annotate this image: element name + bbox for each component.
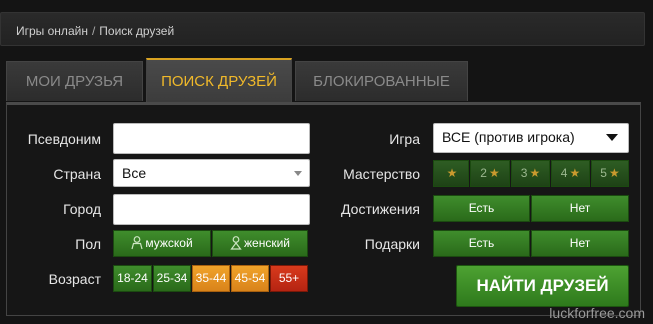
age-45-54-button[interactable]: 45-54: [231, 265, 269, 292]
chevron-down-icon: [606, 134, 618, 141]
female-person-icon: [230, 236, 242, 250]
star-icon: ★: [446, 166, 458, 180]
city-input[interactable]: [113, 194, 310, 225]
chevron-down-icon: [294, 171, 302, 176]
age-35-44-button[interactable]: 35-44: [192, 265, 230, 292]
gifts-yes-button[interactable]: Есть: [433, 230, 530, 257]
age-55-plus-button[interactable]: 55+: [270, 265, 308, 292]
tab-find-friends[interactable]: ПОИСК ДРУЗЕЙ: [146, 58, 292, 102]
gifts-label: Подарки: [364, 236, 420, 252]
age-25-34-button[interactable]: 25-34: [153, 265, 191, 292]
breadcrumb-current: Поиск друзей: [99, 24, 175, 38]
breadcrumb-separator: /: [91, 24, 96, 38]
game-select-value: ВСЕ (против игрока): [442, 129, 575, 145]
gender-label: Пол: [75, 236, 101, 252]
tabs: МОИ ДРУЗЬЯ ПОИСК ДРУЗЕЙ БЛОКИРОВАННЫЕ: [6, 58, 641, 102]
country-select-value: Все: [122, 165, 147, 181]
mastery-level-5-button[interactable]: 5 ★: [591, 160, 629, 187]
gender-male-label: мужской: [145, 236, 193, 250]
mastery-level-2-button[interactable]: 2 ★: [470, 160, 510, 187]
nickname-label: Псевдоним: [27, 131, 101, 147]
mastery-level-1-button[interactable]: ★: [433, 160, 469, 187]
star-icon: ★: [529, 166, 541, 180]
gender-female-button[interactable]: женский: [212, 230, 308, 257]
star-icon: ★: [608, 166, 620, 180]
gender-female-label: женский: [244, 236, 290, 250]
gifts-no-button[interactable]: Нет: [531, 230, 629, 257]
mastery-label: Мастерство: [343, 166, 420, 182]
search-panel: Псевдоним Страна Город Пол Возраст Все м…: [6, 102, 641, 316]
country-select[interactable]: Все: [113, 159, 310, 187]
gender-male-button[interactable]: мужской: [113, 230, 211, 257]
game-select[interactable]: ВСЕ (против игрока): [433, 123, 629, 153]
achievements-label: Достижения: [341, 201, 420, 217]
breadcrumb: Игры онлайн / Поиск друзей: [0, 12, 645, 46]
star-icon: ★: [488, 166, 500, 180]
find-friends-button[interactable]: НАЙТИ ДРУЗЕЙ: [456, 265, 629, 307]
nickname-input[interactable]: [113, 123, 310, 154]
age-18-24-button[interactable]: 18-24: [113, 265, 152, 292]
age-label: Возраст: [48, 271, 101, 287]
game-label: Игра: [389, 131, 420, 147]
star-icon: ★: [569, 166, 581, 180]
watermark: luckforfree.com: [549, 305, 645, 321]
tab-blocked[interactable]: БЛОКИРОВАННЫЕ: [295, 61, 468, 101]
city-label: Город: [63, 201, 101, 217]
tab-my-friends[interactable]: МОИ ДРУЗЬЯ: [6, 61, 143, 101]
breadcrumb-link-games[interactable]: Игры онлайн: [16, 24, 88, 38]
mastery-level-4-button[interactable]: 4 ★: [551, 160, 590, 187]
male-person-icon: [131, 236, 143, 250]
mastery-level-3-button[interactable]: 3 ★: [511, 160, 550, 187]
achievements-no-button[interactable]: Нет: [531, 195, 629, 222]
country-label: Страна: [53, 166, 101, 182]
achievements-yes-button[interactable]: Есть: [433, 195, 530, 222]
